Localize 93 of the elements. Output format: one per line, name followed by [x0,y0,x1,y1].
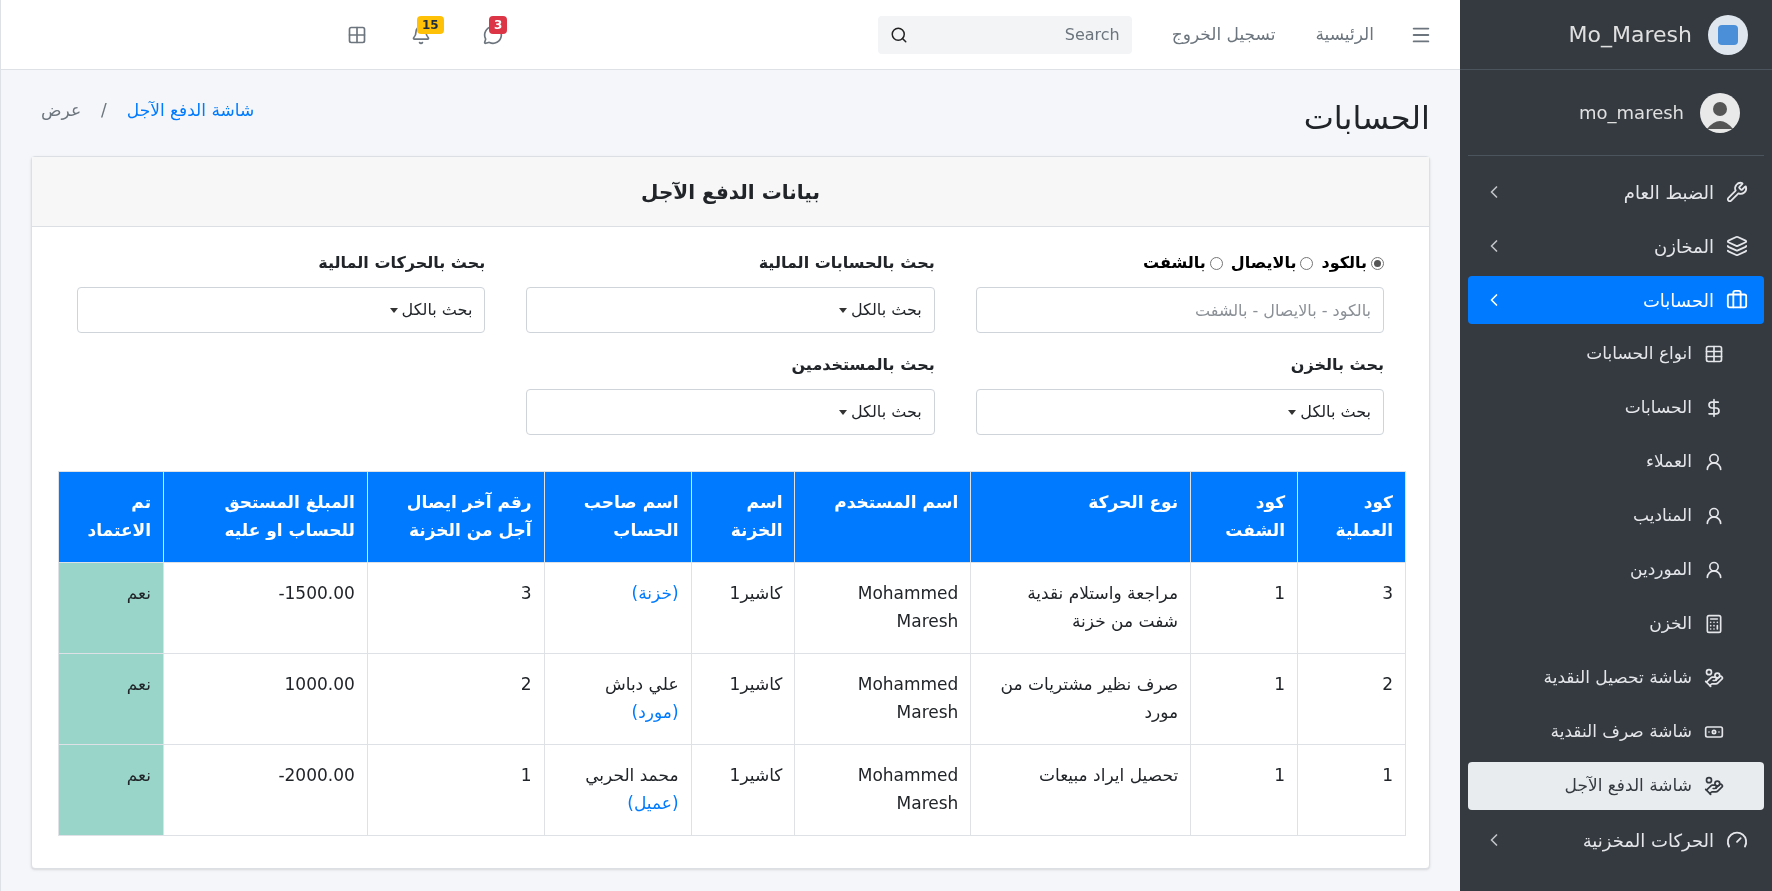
table-cell: 1 [1297,744,1406,836]
account-holder: محمد الحربي [584,764,679,788]
select-field[interactable]: بحث بالكل [526,287,935,333]
table-cell: 1 [367,744,545,836]
search-input[interactable]: بالكود - بالايصال - بالشفت [975,287,1384,333]
hand-coins-icon [1704,668,1724,688]
table-cell: 2 [367,653,545,745]
table-cell: صرف نظير مشتريات من مورد [970,653,1191,745]
briefcase-icon [1726,289,1748,311]
brand-name[interactable]: Mo_Maresh [1568,18,1692,51]
column-header: اسم صاحب الحساب [544,471,692,563]
table-cell: نعم [58,744,164,836]
nav-item[interactable]: المخازن [1468,222,1764,270]
table-cell: 2 [1297,653,1406,745]
column-header: تم الاعتماد [58,471,164,563]
user-icon [1704,560,1724,580]
radio-label: بالايصال [1230,252,1297,274]
table-cell: 1 [1190,562,1298,654]
field-label: بحث بالمستخدمين [790,354,935,376]
logo-icon [1708,14,1748,55]
column-header: رقم آخر ايصال آجل من الخزنة [367,471,545,563]
radio-button[interactable] [1209,256,1223,270]
search-field[interactable]: Search [877,15,1132,54]
table-cell: Mohammed Maresh [794,653,971,745]
count-badge: 3 [489,15,508,34]
table-cell: 1 [1190,653,1298,745]
nav-subitem[interactable]: الموردين [1468,546,1764,594]
table-cell: كاشير1 [691,744,795,836]
register-icon [1704,614,1724,634]
column-header: اسم الخزنة [691,471,795,563]
radio-label: بالكود [1321,252,1367,274]
nav-subitem[interactable]: الحسابات [1468,384,1764,432]
layers-icon [1726,235,1748,257]
table-cell: 3 [367,562,545,654]
column-header: كود العملية [1297,471,1406,563]
radio-button[interactable] [1300,256,1314,270]
nav-item[interactable]: الضبط العام [1468,168,1764,216]
account-type-link[interactable]: (مورد) [631,702,679,722]
field-label: بحث بالخزن [1289,354,1384,376]
count-badge: 15 [417,15,444,34]
caret-icon [838,307,847,313]
card-title: بيانات الدفع الآجل [641,178,820,206]
avatar [1700,92,1740,133]
hand-coins-icon [1704,776,1724,796]
radio-button[interactable] [1371,256,1384,270]
breadcrumb-link[interactable]: شاشة الدفع الآجل [126,98,255,124]
column-header: كود الشفت [1190,471,1298,563]
page-title: الحسابات [1303,98,1430,139]
grid-icon[interactable] [347,24,367,45]
breadcrumb-current: عرض [41,99,82,122]
select-field[interactable]: بحث بالكل [526,389,935,435]
select-field[interactable]: بحث بالكل [975,389,1384,435]
breadcrumb-separator: / [100,99,108,122]
caret-icon [1288,409,1297,415]
tools-icon [1726,181,1748,203]
table-icon [1704,344,1724,364]
table-cell: مراجعة واستلام نقدية شفت من خزنة [970,562,1191,654]
nav-subitem[interactable]: الخزن [1468,600,1764,648]
account-holder: علي دباش [603,673,679,697]
table-cell: نعم [58,653,164,745]
nav-subitem[interactable]: العملاء [1468,438,1764,486]
account-type-link[interactable]: (خزنة) [631,583,679,603]
nav-subitem[interactable]: شاشة تحصيل النقدية [1468,654,1764,702]
nav-subitem[interactable]: المناديب [1468,492,1764,540]
column-header: نوع الحركة [970,471,1191,563]
nav-link[interactable]: الرئيسية [1299,21,1390,48]
table-cell: كاشير1 [691,562,795,654]
nav-item[interactable]: الحسابات [1468,276,1764,324]
radio-label: بالشفت [1143,252,1206,274]
field-label: بحث بالحسابات المالية [757,252,935,274]
account-type-link[interactable]: (عميل) [627,793,679,813]
table-cell: 3 [1297,562,1406,654]
select-field[interactable]: بحث بالكل [77,287,486,333]
table-cell: 1 [1190,744,1298,836]
user-icon [1704,452,1724,472]
user-name[interactable]: mo_maresh [1579,99,1684,126]
table-cell: كاشير1 [691,653,795,745]
nav-subitem[interactable]: شاشة الدفع الآجل [1468,762,1764,810]
caret-icon [389,307,398,313]
caret-icon [838,409,847,415]
nav-item[interactable]: الحركات المخزنية [1468,816,1764,864]
nav-subitem[interactable]: شاشة صرف النقدية [1468,708,1764,756]
column-header: المبلغ المستحق للحساب او عليه [163,471,368,563]
nav-link[interactable]: تسجيل الخروج [1155,21,1292,48]
table-cell: Mohammed Maresh [794,562,971,654]
nav-subitem[interactable]: انواع الحسابات [1468,330,1764,378]
search-icon[interactable] [889,25,908,44]
table-cell: نعم [58,562,164,654]
field-label: بحث بالحركات المالية [317,252,486,274]
table-cell: Mohammed Maresh [794,744,971,836]
table-cell: تحصيل ايراد مبيعات [970,744,1191,836]
user-icon [1704,506,1724,526]
column-header: اسم المستخدم [794,471,971,563]
